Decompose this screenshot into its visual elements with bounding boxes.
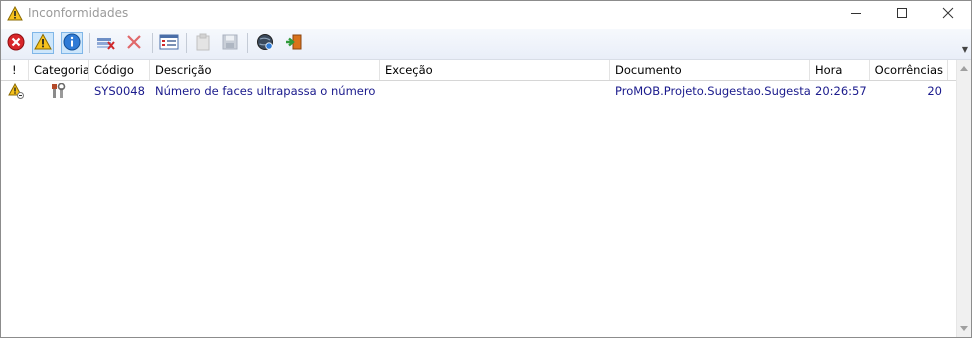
vertical-scrollbar[interactable] [956,60,971,337]
toolbar-separator [247,33,248,53]
close-button[interactable] [925,1,971,27]
clear-icon [96,33,116,54]
save-icon [222,34,238,53]
grid-header: ! Categoria Código Descrição Exceção Doc… [1,60,957,81]
export-icon [285,33,303,54]
codigo-cell: SYS0048 [94,84,145,98]
minimize-icon [850,7,862,22]
warnings-filter-button[interactable] [32,32,54,54]
excecao-cell [380,81,610,101]
web-button[interactable] [254,32,276,54]
close-icon [942,7,954,22]
tools-icon [51,82,67,101]
copy-button[interactable] [192,32,214,54]
category-cell [29,81,89,101]
descricao-cell: Número de faces ultrapassa o número rec [155,84,375,98]
title-bar[interactable]: Inconformidades [1,1,971,27]
toolbar: ▼ [1,29,971,60]
chevron-down-icon[interactable]: ▼ [962,45,968,54]
warning-icon [7,5,23,22]
error-icon [7,33,25,54]
maximize-button[interactable] [879,1,925,27]
globe-icon [256,33,274,54]
save-button[interactable] [219,32,241,54]
column-header-documento[interactable]: Documento [610,60,810,80]
warning-icon [8,82,24,101]
info-filter-button[interactable] [61,32,83,54]
documento-cell: ProMOB.Projeto.Sugestao.Sugestao [615,84,810,98]
scroll-down-icon[interactable] [960,326,968,331]
nonconformity-grid: ! Categoria Código Descrição Exceção Doc… [1,60,971,337]
delete-icon [125,33,143,54]
details-button[interactable] [158,32,180,54]
scroll-up-icon[interactable] [960,66,968,71]
inconformidades-window: Inconformidades ▼ ! Categoria Código Des… [0,0,972,338]
export-button[interactable] [283,32,305,54]
window-title: Inconformidades [28,6,129,20]
table-row[interactable]: SYS0048 Número de faces ultrapassa o núm… [1,81,957,101]
column-header-hora[interactable]: Hora [810,60,870,80]
column-header-excecao[interactable]: Exceção [380,60,610,80]
clear-grid-button[interactable] [95,32,117,54]
toolbar-separator [152,33,153,53]
errors-filter-button[interactable] [5,32,27,54]
clipboard-icon [195,33,211,54]
column-header-categoria[interactable]: Categoria [29,60,89,80]
column-header-ocorrencias[interactable]: Ocorrências [870,60,948,80]
ocorrencias-cell: 20 [927,84,942,98]
maximize-icon [896,7,908,22]
toolbar-separator [186,33,187,53]
warning-icon [34,32,52,54]
toolbar-separator [89,33,90,53]
column-header-codigo[interactable]: Código [89,60,150,80]
column-header-severity[interactable]: ! [1,60,29,80]
hora-cell: 20:26:57 [815,84,867,98]
column-header-descricao[interactable]: Descrição [150,60,380,80]
severity-cell [1,81,29,101]
info-icon [63,33,81,54]
minimize-button[interactable] [833,1,879,27]
delete-button[interactable] [123,32,145,54]
details-icon [159,33,179,54]
